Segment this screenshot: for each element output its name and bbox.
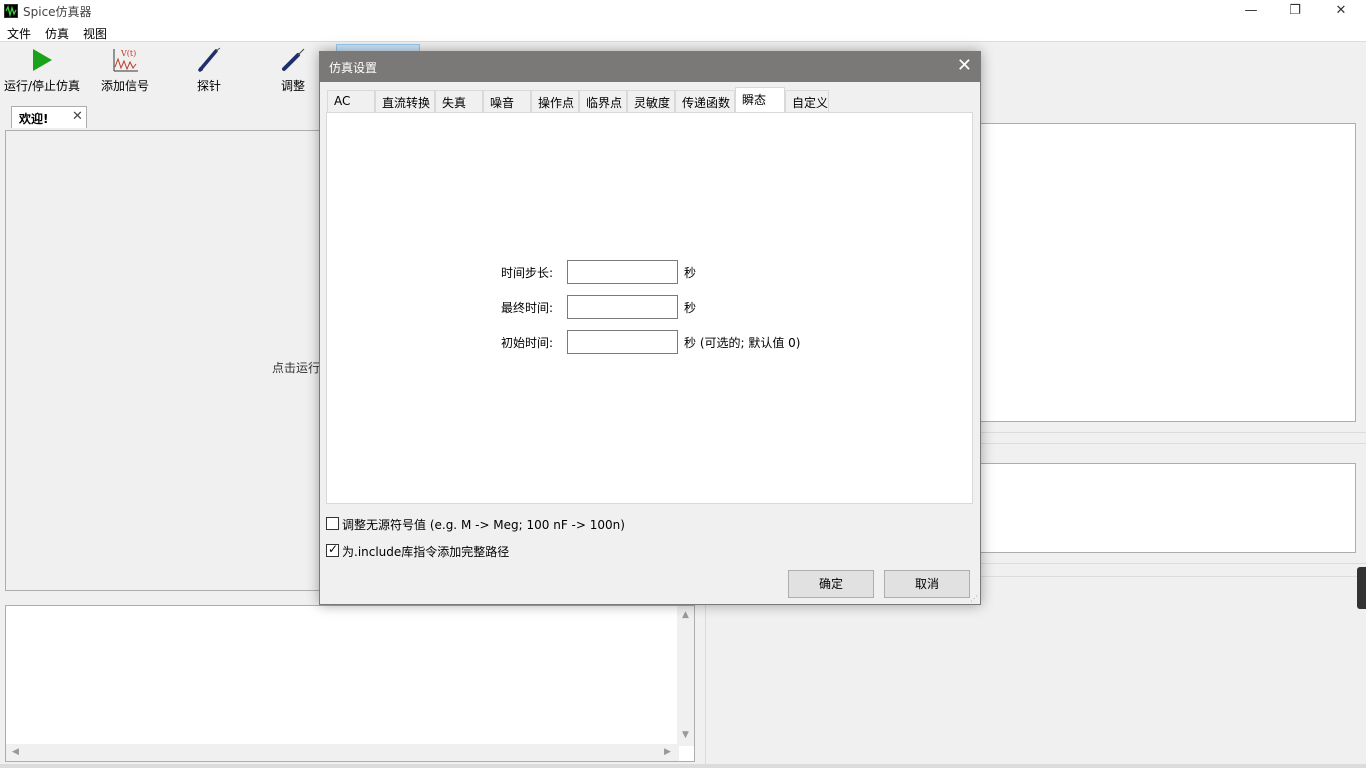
tab-noise[interactable]: 噪音 (483, 90, 531, 112)
probe-icon (196, 47, 222, 76)
doc-tab-bar: 欢迎! ✕ (5, 101, 325, 129)
cancel-button[interactable]: 取消 (884, 570, 970, 598)
final-time-label: 最终时间: (500, 301, 553, 315)
minimize-button[interactable]: — (1228, 0, 1274, 22)
right-middle-panel (980, 463, 1356, 553)
tab-pole-zero[interactable]: 临界点 (579, 90, 627, 112)
add-signal-label: 添加信号 (100, 79, 149, 93)
dialog-close-icon[interactable]: ✕ (957, 56, 972, 76)
log-pane[interactable]: ▲ ▼ ◀ ▶ (5, 605, 695, 762)
app-icon (4, 4, 18, 18)
menu-view[interactable]: 视图 (83, 25, 107, 42)
svg-text:V(t): V(t) (120, 49, 136, 58)
tune-icon (280, 47, 306, 76)
close-window-button[interactable]: ✕ (1318, 0, 1364, 22)
simulation-settings-dialog: 仿真设置 ✕ AC 直流转换 失真 噪音 操作点 临界点 灵敏度 传递函数 瞬态… (319, 51, 981, 605)
final-time-input[interactable] (567, 295, 678, 319)
right-top-panel (980, 123, 1356, 422)
adjust-passive-values-checkbox[interactable] (326, 517, 339, 530)
final-time-unit: 秒 (684, 301, 697, 315)
menu-simulation[interactable]: 仿真 (45, 25, 69, 42)
adjust-passive-values-label: 调整无源符号值 (e.g. M -> Meg; 100 nF -> 100n) (342, 518, 625, 532)
run-stop-label: 运行/停止仿真 (3, 79, 81, 93)
right-splitter-1[interactable] (980, 432, 1366, 444)
tab-transfer-function[interactable]: 传递函数 (675, 90, 735, 112)
check-icon: ✓ (328, 542, 339, 556)
title-bar: Spice仿真器 — ❐ ✕ (0, 0, 1366, 22)
close-tab-icon[interactable]: ✕ (72, 109, 83, 124)
side-grip[interactable] (1357, 567, 1366, 609)
time-step-row: 时间步长: 秒 (327, 260, 974, 284)
play-icon (31, 48, 53, 75)
scroll-up-icon[interactable]: ▲ (682, 610, 689, 620)
status-bar (0, 764, 1366, 768)
scroll-down-icon[interactable]: ▼ (682, 730, 689, 740)
tab-transient[interactable]: 瞬态 (735, 87, 785, 112)
time-step-label: 时间步长: (500, 266, 553, 280)
time-step-unit: 秒 (684, 266, 697, 280)
tab-dc-transfer[interactable]: 直流转换 (375, 90, 435, 112)
dialog-title-bar: 仿真设置 ✕ (320, 52, 980, 82)
scroll-right-icon[interactable]: ▶ (664, 747, 671, 757)
probe-label: 探针 (196, 79, 221, 93)
add-signal-icon: V(t) (111, 47, 139, 76)
tab-operating-point[interactable]: 操作点 (531, 90, 579, 112)
app-title: Spice仿真器 (23, 5, 92, 19)
tab-custom[interactable]: 自定义 (785, 90, 829, 112)
run-stop-button[interactable]: 运行/停止仿真 (3, 47, 81, 94)
tab-ac[interactable]: AC (327, 90, 375, 112)
welcome-pane: 点击运行 (5, 130, 325, 591)
tune-label: 调整 (280, 79, 305, 93)
start-time-unit: 秒 (可选的; 默认值 0) (684, 336, 801, 350)
restore-button[interactable]: ❐ (1272, 0, 1318, 22)
right-splitter-2[interactable] (980, 563, 1366, 577)
transient-tab-pane: 时间步长: 秒 最终时间: 秒 初始时间: 秒 (可选的; 默认值 0) (326, 112, 973, 504)
menu-bar: 文件 仿真 视图 (0, 22, 1366, 42)
tab-sensitivity[interactable]: 灵敏度 (627, 90, 675, 112)
tune-button[interactable]: 调整 (274, 47, 312, 94)
ok-button[interactable]: 确定 (788, 570, 874, 598)
resize-grip-icon[interactable]: ⋰ (970, 594, 978, 603)
start-time-label: 初始时间: (500, 336, 553, 350)
start-time-row: 初始时间: 秒 (可选的; 默认值 0) (327, 330, 974, 354)
probe-button[interactable]: 探针 (190, 47, 228, 94)
start-time-input[interactable] (567, 330, 678, 354)
welcome-tab-label: 欢迎! (19, 112, 49, 126)
analysis-tabs: AC 直流转换 失真 噪音 操作点 临界点 灵敏度 传递函数 瞬态 自定义 (327, 87, 975, 112)
final-time-row: 最终时间: 秒 (327, 295, 974, 319)
menu-file[interactable]: 文件 (7, 25, 31, 42)
log-horizontal-scrollbar[interactable]: ◀ ▶ (6, 744, 679, 761)
dialog-title: 仿真设置 (329, 61, 378, 75)
scroll-left-icon[interactable]: ◀ (12, 747, 19, 757)
include-full-path-label: 为.include库指令添加完整路径 (342, 545, 510, 559)
time-step-input[interactable] (567, 260, 678, 284)
log-vertical-scrollbar[interactable]: ▲ ▼ (677, 606, 694, 746)
welcome-tab[interactable]: 欢迎! ✕ (11, 106, 87, 128)
include-full-path-checkbox[interactable]: ✓ (326, 542, 339, 557)
add-signal-button[interactable]: V(t) 添加信号 (98, 47, 152, 94)
tab-distortion[interactable]: 失真 (435, 90, 483, 112)
welcome-hint: 点击运行 (272, 361, 321, 375)
